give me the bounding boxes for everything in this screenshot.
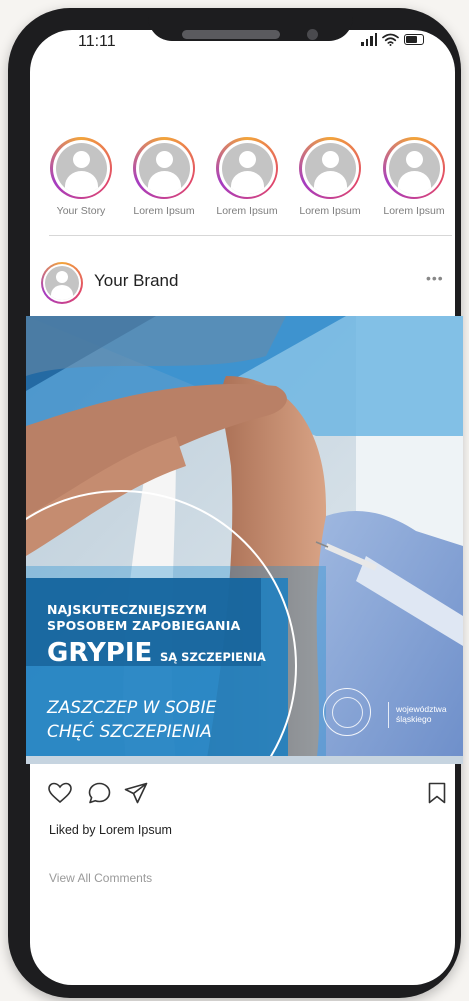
- logo-divider: [388, 702, 389, 728]
- poster-headline-small: NAJSKUTECZNIEJSZYM SPOSOBEM ZAPOBIEGANIA: [47, 602, 241, 633]
- avatar-icon: [304, 142, 356, 194]
- avatar-icon: [55, 142, 107, 194]
- sanitary-inspection-logo: [323, 688, 371, 736]
- story-label: Lorem Ipsum: [299, 205, 361, 217]
- wifi-icon: [382, 33, 399, 46]
- front-camera: [307, 29, 318, 40]
- send-icon[interactable]: [124, 782, 148, 804]
- story-ring: [299, 137, 361, 199]
- story-item[interactable]: Lorem Ipsum: [383, 137, 445, 217]
- story-label: Your Story: [56, 205, 106, 217]
- story-ring: [383, 137, 445, 199]
- story-label: Lorem Ipsum: [383, 205, 445, 217]
- status-icons: [361, 33, 424, 46]
- stories-row: Your Story Lorem Ipsum Lorem Ipsum Lorem…: [50, 137, 450, 217]
- stories-divider: [49, 235, 452, 236]
- poster-slogan: ZASZCZEP W SOBIE CHĘĆ SZCZEPIENIA: [47, 698, 217, 742]
- story-item[interactable]: Lorem Ipsum: [133, 137, 195, 217]
- brand-avatar[interactable]: [41, 262, 83, 304]
- story-ring: [50, 137, 112, 199]
- post-actions: [48, 782, 450, 812]
- story-ring: [133, 137, 195, 199]
- battery-icon: [404, 34, 424, 45]
- avatar-icon: [45, 266, 79, 300]
- heart-icon[interactable]: [48, 782, 72, 804]
- story-item[interactable]: Lorem Ipsum: [299, 137, 361, 217]
- story-ring: [216, 137, 278, 199]
- post-header: Your Brand •••: [41, 262, 451, 304]
- liked-by-text[interactable]: Liked by Lorem Ipsum: [49, 823, 172, 837]
- story-item[interactable]: Lorem Ipsum: [216, 137, 278, 217]
- avatar-icon: [221, 142, 273, 194]
- more-options-icon[interactable]: •••: [426, 270, 444, 286]
- poster-headline-suffix: SĄ SZCZEPIENIA: [160, 650, 266, 664]
- phone-speaker: [182, 30, 280, 39]
- bookmark-icon[interactable]: [428, 782, 446, 804]
- post-image[interactable]: NAJSKUTECZNIEJSZYM SPOSOBEM ZAPOBIEGANIA…: [26, 316, 463, 764]
- comment-icon[interactable]: [88, 782, 111, 804]
- signal-icon: [361, 33, 377, 46]
- story-label: Lorem Ipsum: [133, 205, 195, 217]
- org-name: województwa śląskiego: [396, 704, 447, 724]
- avatar-icon: [138, 142, 190, 194]
- view-comments-link[interactable]: View All Comments: [49, 871, 152, 885]
- avatar-icon: [388, 142, 440, 194]
- poster-headline-big: GRYPIE: [47, 638, 153, 668]
- status-time: 11:11: [78, 33, 116, 50]
- brand-name[interactable]: Your Brand: [94, 271, 178, 291]
- story-your-story[interactable]: Your Story: [50, 137, 112, 217]
- story-label: Lorem Ipsum: [216, 205, 278, 217]
